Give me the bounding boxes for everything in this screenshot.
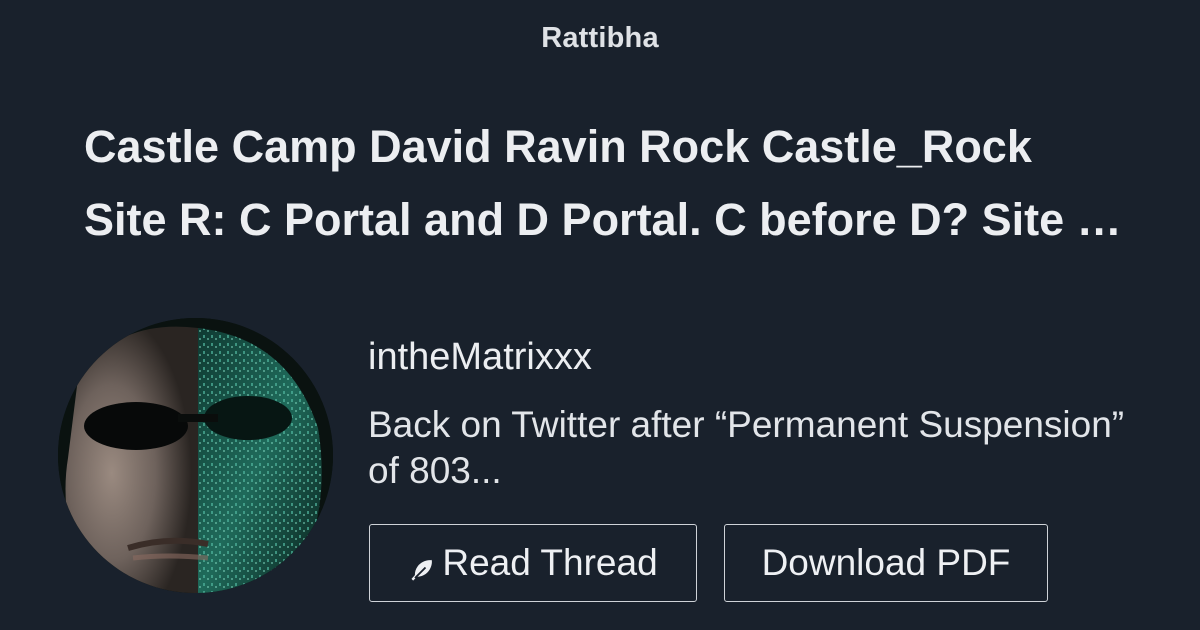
feather-icon <box>408 552 436 581</box>
read-thread-button[interactable]: Read Thread <box>369 524 697 602</box>
author-username[interactable]: intheMatrixxx <box>368 336 592 379</box>
read-thread-label: Read Thread <box>442 542 658 583</box>
share-card: Rattibha Castle Camp David Ravin Rock Ca… <box>0 0 1200 630</box>
author-bio: Back on Twitter after “Permanent Suspens… <box>368 402 1198 494</box>
brand-name: Rattibha <box>541 22 659 54</box>
thread-title: Castle Camp David Ravin Rock Castle_Rock… <box>84 110 1154 256</box>
avatar-image <box>58 318 333 593</box>
thread-title-line-1: Castle Camp David Ravin Rock Castle_Rock <box>84 121 1032 172</box>
author-bio-line-2: of 803... <box>368 450 502 491</box>
thread-title-line-2: Site R: C Portal and D Portal. C before … <box>84 194 1154 245</box>
avatar <box>58 318 333 593</box>
download-pdf-label: Download PDF <box>761 542 1011 583</box>
download-pdf-button[interactable]: Download PDF <box>724 524 1048 602</box>
author-bio-line-1: Back on Twitter after “Permanent Suspens… <box>368 404 1125 445</box>
